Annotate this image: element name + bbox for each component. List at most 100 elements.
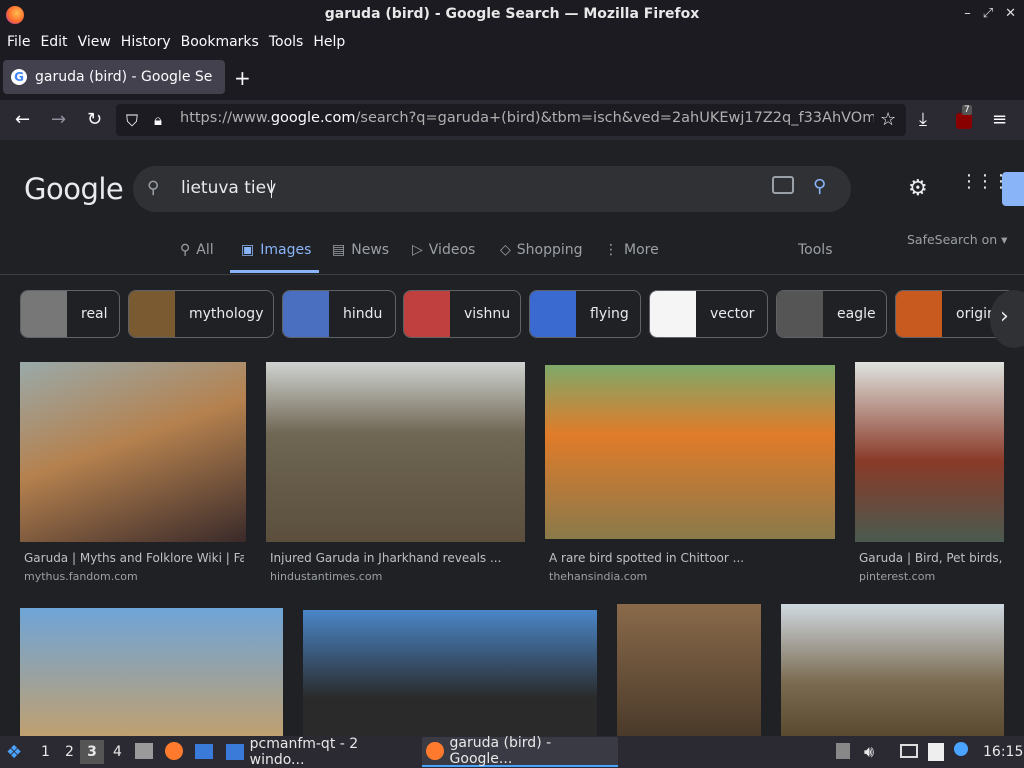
desktop-3[interactable]: 3 [80,740,104,764]
tab-shopping[interactable]: ◇ Shopping [500,242,583,258]
result-image-4[interactable] [855,362,1004,542]
tab-videos[interactable]: ▷ Videos [412,242,475,258]
show-desktop-icon[interactable] [195,744,213,759]
bookmark-star-icon[interactable]: ☆ [880,109,896,130]
downloads-icon[interactable]: ⤓ [919,109,927,130]
apps-grid-icon[interactable]: ⋮⋮⋮ [960,173,1010,191]
sign-in-button[interactable] [1002,172,1024,206]
window-titlebar: garuda (bird) - Google Search — Mozilla … [0,0,1024,30]
clipboard-icon[interactable] [928,743,944,761]
chip-vishnu[interactable]: vishnu [403,290,521,338]
tray-arrow-icon[interactable] [836,743,850,759]
search-input[interactable]: lietuva tiev [181,178,276,198]
result-image-8[interactable] [781,604,1004,736]
firefox-launcher-icon[interactable] [165,742,183,760]
tab-news[interactable]: ▤ News [332,242,389,258]
lock-icon[interactable]: 🔒︎ [154,111,162,129]
menu-file[interactable]: File [4,34,37,50]
tools-button[interactable]: Tools [798,242,833,258]
menu-bar: File Edit View History Bookmarks Tools H… [0,30,1024,54]
google-logo[interactable]: Google [24,172,124,206]
tab-bar: G garuda (bird) - Google Se + [0,54,1024,100]
safesearch-toggle[interactable]: SafeSearch on ▾ [907,232,1007,247]
result-image-3[interactable] [545,365,835,539]
chip-vector[interactable]: vector [649,290,768,338]
tab-title: garuda (bird) - Google Se [35,69,213,85]
chip-real[interactable]: real [20,290,120,338]
chip-thumbnail [896,291,942,337]
result-image-1[interactable] [20,362,246,542]
window-title: garuda (bird) - Google Search — Mozilla … [324,6,700,22]
result-caption-3[interactable]: A rare bird spotted in Chittoor ... [549,551,829,565]
menu-bookmarks[interactable]: Bookmarks [178,34,266,50]
menu-edit[interactable]: Edit [37,34,74,50]
desktop-4[interactable]: 4 [113,744,122,760]
text-cursor [271,180,272,198]
menu-help[interactable]: Help [310,34,352,50]
menu-tools[interactable]: Tools [266,34,311,50]
firefox-small-icon [426,742,444,760]
tab-more[interactable]: ⋮ More [604,242,659,258]
chip-thumbnail [404,291,450,337]
notification-icon[interactable] [954,742,968,756]
tab-images[interactable]: ▣ Images [241,242,311,258]
result-source-3: thehansindia.com [549,570,648,583]
chip-thumbnail [283,291,329,337]
desktop-2[interactable]: 2 [65,744,74,760]
settings-gear-icon[interactable]: ⚙ [908,176,928,201]
result-caption-2[interactable]: Injured Garuda in Jharkhand reveals ... [270,551,520,565]
ublock-extension-icon[interactable] [956,113,972,129]
file-manager-icon[interactable] [135,743,153,759]
news-icon: ▤ [332,242,346,258]
maximize-button[interactable]: ⤢ [983,6,993,21]
result-source-1: mythus.fandom.com [24,570,138,583]
search-small-icon: ⚲ [180,242,191,258]
clock: 16:15 [983,744,1024,760]
hamburger-menu-icon[interactable]: ≡ [992,109,1007,130]
result-caption-1[interactable]: Garuda | Myths and Folklore Wiki | Fa... [24,551,244,565]
back-icon[interactable]: ← [15,109,30,130]
close-button[interactable]: ✕ [1005,6,1016,21]
minimize-button[interactable]: – [964,6,971,21]
forward-icon[interactable]: → [51,109,66,130]
app-launcher-icon[interactable]: ❖ [6,742,22,763]
chip-mythology[interactable]: mythology [128,290,274,338]
taskbar-window-pcmanfm[interactable]: pcmanfm-qt - 2 windo... [222,736,418,768]
menu-view[interactable]: View [75,34,118,50]
search-icon: ⚲ [147,178,160,198]
chip-thumbnail [650,291,696,337]
google-favicon-icon: G [11,69,27,85]
reload-icon[interactable]: ↻ [87,109,102,130]
url-text[interactable]: https://www.google.com/search?q=garuda+(… [180,110,874,126]
tab-all[interactable]: ⚲ All [180,242,214,258]
shield-icon[interactable]: ⛉ [126,111,138,131]
result-image-7[interactable] [617,604,761,736]
camera-icon[interactable] [772,176,794,194]
chip-eagle[interactable]: eagle [776,290,887,338]
chip-thumbnail [21,291,67,337]
volume-icon[interactable]: 🔊︎ [864,742,874,762]
chip-flying[interactable]: flying [529,290,641,338]
taskbar-window-firefox[interactable]: garuda (bird) - Google... [422,735,618,767]
result-image-5[interactable] [20,608,283,736]
chip-thumbnail [530,291,576,337]
active-tab-indicator [230,270,319,273]
network-icon[interactable] [900,744,918,758]
search-submit-icon[interactable]: ⚲ [813,176,826,197]
tab-google-search[interactable]: G garuda (bird) - Google Se [3,60,225,94]
new-tab-button[interactable]: + [234,66,251,90]
result-image-2[interactable] [266,362,525,542]
chip-thumbnail [129,291,175,337]
more-vert-icon: ⋮ [604,242,618,258]
chip-thumbnail [777,291,823,337]
chip-hindu[interactable]: hindu [282,290,396,338]
folder-icon [226,744,244,760]
desktop-1[interactable]: 1 [41,744,50,760]
tag-icon: ◇ [500,242,511,258]
menu-history[interactable]: History [118,34,178,50]
result-image-6[interactable] [303,610,597,736]
result-source-2: hindustantimes.com [270,570,383,583]
video-icon: ▷ [412,242,423,258]
result-caption-4[interactable]: Garuda | Bird, Pet birds, ... [859,551,1004,565]
extension-badge: 7 [962,105,972,115]
